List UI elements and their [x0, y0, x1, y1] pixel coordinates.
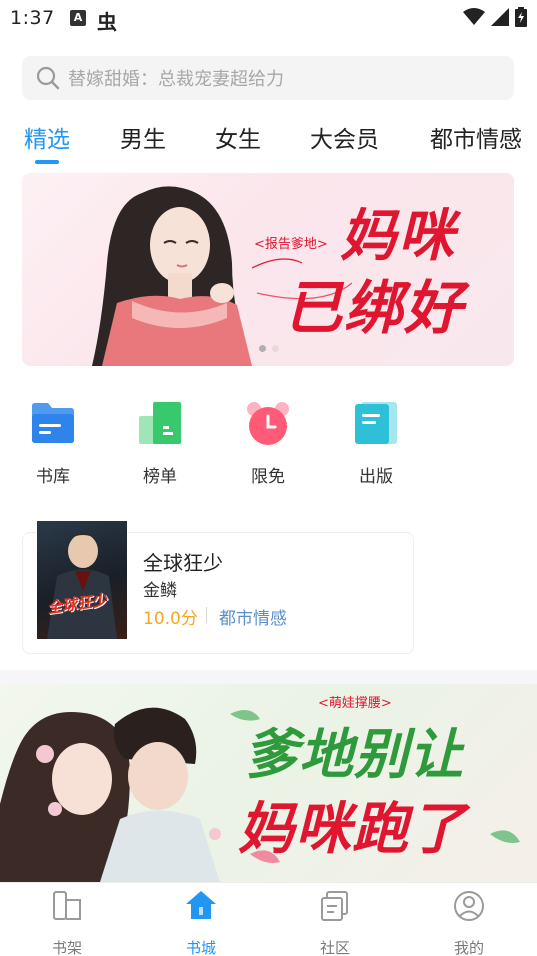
nav-label: 我的 — [453, 939, 484, 956]
community-icon — [321, 891, 348, 921]
nav-bookshelf[interactable]: 书架 — [32, 889, 102, 956]
book-score: 10.0分 — [143, 609, 198, 629]
home-icon — [186, 891, 216, 919]
quick-item-publish[interactable]: 出版 — [344, 400, 408, 487]
promo-banner[interactable]: <报告爹地> 妈咪 已绑好 — [22, 173, 514, 366]
quick-menu: 书库 榜单 限免 出版 — [0, 400, 537, 490]
status-bar: 1:37 A 虫 — [0, 0, 537, 38]
book-card[interactable]: 全球狂少 全球狂少 金鳞 10.0分 都市情感 — [22, 521, 414, 654]
quick-item-label: 限免 — [251, 467, 285, 487]
book-divider — [206, 607, 207, 623]
search-input[interactable]: 替嫁甜婚：总裁宠妻超给力 — [22, 56, 514, 100]
nav-community[interactable]: 社区 — [300, 889, 370, 956]
tab-urban-romance[interactable]: 都市情感 — [430, 120, 522, 154]
alarm-clock-icon — [247, 402, 289, 445]
tab-indicator — [35, 160, 59, 164]
tab-female[interactable]: 女生 — [215, 120, 261, 154]
book-genre: 都市情感 — [219, 609, 287, 629]
banner-secondary-title-line1: 爹地别让 — [244, 722, 464, 786]
section-divider — [0, 670, 537, 684]
search-icon — [36, 66, 60, 90]
carousel-dot — [272, 345, 279, 352]
folder-icon — [32, 403, 74, 443]
notification-a-icon: A — [70, 10, 86, 26]
carousel-dots — [259, 345, 279, 352]
quick-item-library[interactable]: 书库 — [21, 400, 85, 487]
carousel-dot-active — [259, 345, 266, 352]
tab-featured[interactable]: 精选 — [24, 120, 70, 154]
book-author: 金鳞 — [143, 581, 177, 601]
banner-secondary-tag: <萌娃撑腰> — [318, 696, 392, 711]
tab-vip[interactable]: 大会员 — [310, 120, 379, 154]
bookshelf-icon — [53, 891, 81, 920]
nav-label: 社区 — [319, 939, 350, 956]
banner-title-line2: 已绑好 — [284, 274, 465, 342]
nav-label: 书架 — [51, 939, 82, 956]
battery-icon — [515, 7, 527, 27]
wifi-icon — [463, 8, 485, 25]
profile-icon — [454, 891, 484, 921]
book-title: 全球狂少 — [143, 551, 223, 575]
book-icon — [355, 402, 397, 444]
search-placeholder: 替嫁甜婚：总裁宠妻超给力 — [68, 69, 284, 90]
banner-secondary-title-line2: 妈咪跑了 — [238, 796, 466, 862]
nav-bookstore[interactable]: 书城 — [166, 889, 236, 956]
quick-item-label: 书库 — [36, 467, 70, 487]
promo-banner-secondary[interactable]: <萌娃撑腰> 爹地别让 妈咪跑了 — [0, 684, 537, 882]
bottom-nav: 书架 书城 社区 我的 — [0, 882, 537, 956]
quick-item-label: 出版 — [359, 467, 393, 487]
quick-item-label: 榜单 — [143, 467, 177, 487]
nav-profile[interactable]: 我的 — [434, 889, 504, 956]
quick-item-free[interactable]: 限免 — [236, 400, 300, 487]
banner-title-line1: 妈咪 — [340, 203, 456, 269]
tab-male[interactable]: 男生 — [120, 120, 166, 154]
status-time: 1:37 — [10, 7, 55, 29]
notification-bug-icon: 虫 — [97, 10, 117, 34]
book-cover: 全球狂少 — [37, 521, 127, 639]
category-tabs: 精选 男生 女生 大会员 都市情感 — [0, 120, 537, 170]
banner-tag: <报告爹地> — [254, 237, 328, 252]
status-icons — [463, 7, 527, 27]
signal-icon — [491, 8, 509, 26]
ranking-icon — [139, 402, 181, 444]
quick-item-ranking[interactable]: 榜单 — [128, 400, 192, 487]
nav-label: 书城 — [185, 939, 216, 956]
book-cover-art — [47, 533, 117, 639]
